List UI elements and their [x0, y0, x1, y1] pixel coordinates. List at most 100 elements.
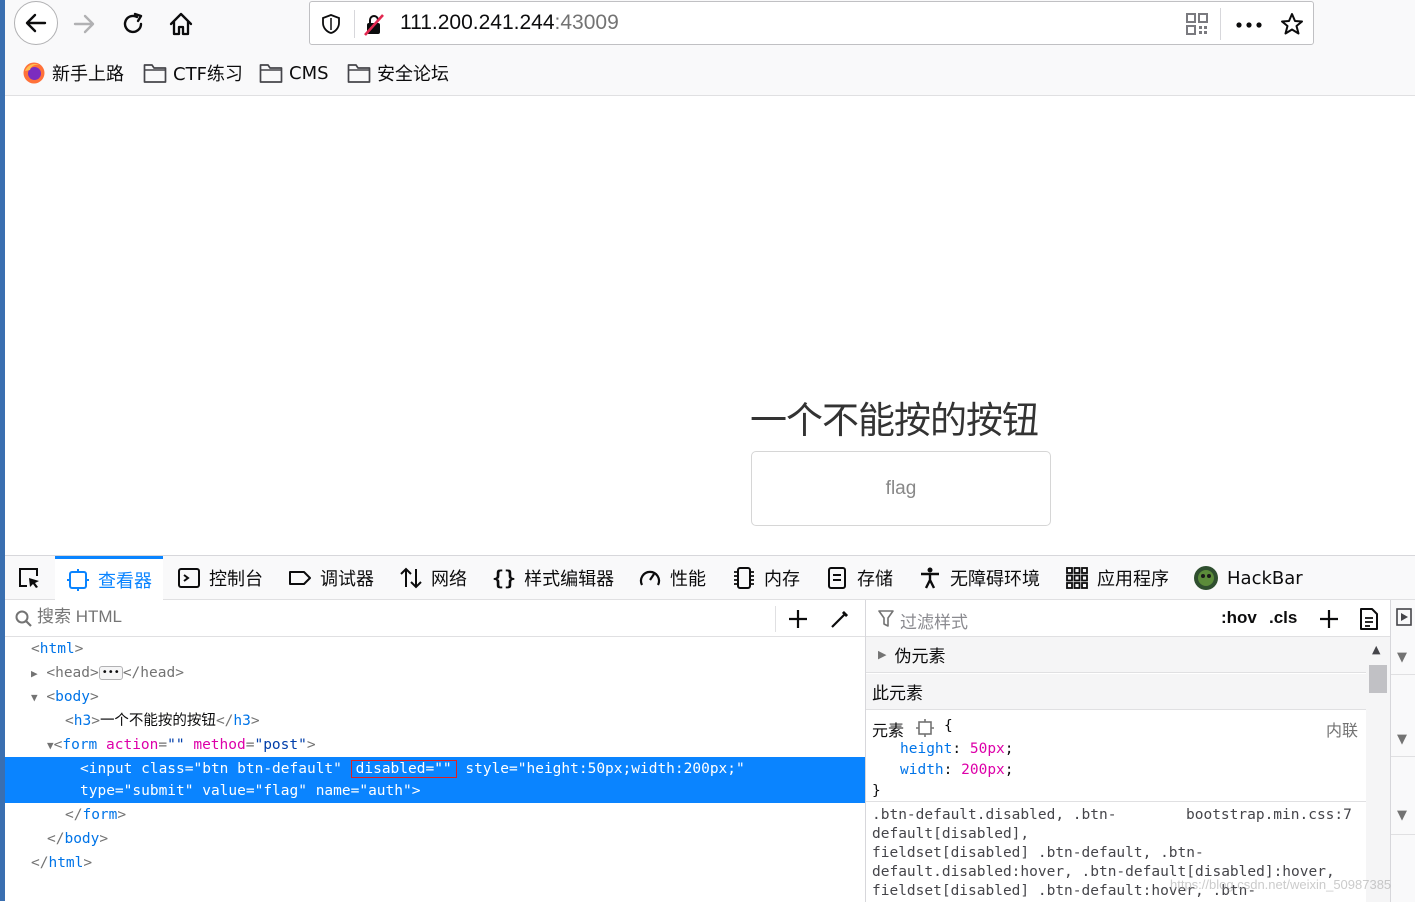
tag-name: h3: [233, 713, 251, 729]
style-editor-icon: {}: [492, 566, 517, 590]
tab-label: 查看器: [98, 570, 152, 592]
collapsed-ellipsis-icon[interactable]: •••: [98, 666, 123, 680]
attr-name: action: [106, 737, 159, 753]
url-text[interactable]: 111.200.241.244:43009: [400, 11, 619, 35]
tab-label: 内存: [764, 569, 800, 590]
tag-name: body: [55, 689, 91, 705]
add-node-button[interactable]: [787, 608, 809, 630]
stylesheet-source-link[interactable]: bootstrap.min.css:7: [1186, 807, 1352, 823]
document-icon: [1360, 608, 1378, 630]
markup-line-head[interactable]: ▶ <head> ••• </head>: [5, 662, 865, 685]
tab-label: 控制台: [209, 569, 263, 590]
tab-accessibility[interactable]: 无障碍环境: [918, 556, 1040, 600]
tab-network[interactable]: 网络: [399, 556, 467, 600]
tab-application[interactable]: 应用程序: [1065, 556, 1169, 600]
shield-icon[interactable]: [320, 13, 342, 35]
pseudo-elements-section[interactable]: ▶ 伪元素: [866, 637, 1366, 673]
chevron-down-icon[interactable]: ▼: [1397, 650, 1407, 665]
flag-submit-button[interactable]: flag: [751, 451, 1051, 526]
tag-name: head: [140, 665, 176, 681]
bookmark-security-forum[interactable]: 安全论坛: [347, 60, 449, 86]
markup-line-h3[interactable]: <h3>一个不能按的按钮</h3>: [5, 710, 865, 732]
add-rule-button[interactable]: [1318, 608, 1340, 630]
rules-toolbar: 过滤样式 :hov .cls: [866, 600, 1390, 637]
sidebar-toggle-button[interactable]: [1396, 608, 1412, 626]
inspector-icon: [67, 568, 89, 591]
tab-performance[interactable]: 性能: [638, 556, 706, 600]
scroll-up-icon[interactable]: ▲: [1372, 643, 1380, 656]
property-value[interactable]: 200px: [961, 762, 1005, 778]
bookmark-ctf[interactable]: CTF练习: [143, 60, 243, 86]
home-button[interactable]: [161, 5, 201, 43]
markup-line-body-close[interactable]: </body>: [5, 828, 865, 850]
insecure-lock-icon[interactable]: [362, 13, 386, 37]
devtools-tabbar: 查看器 控制台 调试器 网络 {} 样式编辑器 性能 内存 存储 无障碍环境 应…: [5, 556, 1415, 600]
node-highlight-icon[interactable]: [916, 719, 934, 737]
tab-label: HackBar: [1227, 567, 1303, 589]
chevron-down-icon[interactable]: ▼: [1397, 808, 1407, 823]
markup-line-html-close[interactable]: </html>: [5, 852, 865, 874]
markup-line-body[interactable]: ▼ <body>: [5, 686, 865, 709]
sidebar-divider: [1391, 674, 1415, 675]
eyedropper-button[interactable]: [829, 608, 851, 630]
tab-hackbar[interactable]: HackBar: [1193, 556, 1303, 600]
tab-debugger[interactable]: 调试器: [288, 556, 374, 600]
tab-storage[interactable]: 存储: [825, 556, 893, 600]
property-value[interactable]: 50px: [970, 741, 1005, 757]
markup-line-form-close[interactable]: </form>: [5, 804, 865, 826]
bookmark-star-icon[interactable]: [1280, 12, 1304, 36]
network-icon: [400, 567, 422, 589]
element-picker-icon: [19, 568, 39, 588]
input-line-2: type="submit" value="flag" name="auth">: [5, 780, 865, 802]
bookmark-label: 安全论坛: [377, 64, 449, 85]
property-name[interactable]: width: [900, 762, 944, 778]
reload-button[interactable]: [113, 5, 153, 43]
search-html-input[interactable]: [37, 607, 737, 627]
bookmark-cms[interactable]: CMS: [259, 60, 329, 86]
markup-line-input-selected[interactable]: <input class="btn btn-default" disabled=…: [5, 757, 865, 803]
rule-open-brace: {: [944, 718, 953, 734]
markup-line-html[interactable]: <html>: [5, 638, 865, 660]
page-heading: 一个不能按的按钮: [750, 399, 1039, 442]
devtools-panel: 查看器 控制台 调试器 网络 {} 样式编辑器 性能 内存 存储 无障碍环境 应…: [5, 555, 1415, 902]
bookmark-xinshou[interactable]: 新手上路: [22, 60, 124, 86]
forward-button[interactable]: [64, 5, 104, 43]
cls-toggle[interactable]: .cls: [1269, 608, 1297, 628]
expand-arrow-icon[interactable]: ▶: [31, 667, 38, 680]
element-rule-selector: 元素: [872, 721, 905, 740]
tab-style-editor[interactable]: {} 样式编辑器: [492, 556, 614, 600]
tab-console[interactable]: 控制台: [177, 556, 263, 600]
page-actions-icon[interactable]: [1236, 22, 1262, 28]
tab-label: 存储: [857, 569, 893, 590]
declaration-height[interactable]: height: 50px;: [900, 741, 1014, 757]
markup-line-form[interactable]: ▼<form action="" method="post">: [5, 734, 865, 757]
folder-icon: [347, 64, 371, 83]
tab-inspector[interactable]: 查看器: [55, 556, 163, 600]
back-button[interactable]: [14, 1, 58, 45]
scrollbar-thumb[interactable]: [1369, 665, 1387, 693]
url-bar[interactable]: 111.200.241.244:43009: [309, 1, 1314, 45]
property-name[interactable]: height: [900, 741, 952, 757]
page-viewport: 一个不能按的按钮 flag: [5, 96, 1415, 555]
filter-styles-input[interactable]: 过滤样式: [900, 608, 968, 633]
rule-selector-line: default[disabled],: [872, 826, 1030, 842]
element-picker-button[interactable]: [17, 556, 53, 600]
reload-icon: [123, 12, 143, 34]
disabled-attribute[interactable]: disabled="": [350, 760, 457, 778]
input-tag-text: <input class="btn btn-default": [80, 761, 351, 777]
tab-memory[interactable]: 内存: [732, 556, 800, 600]
watermark: https://blog.csdn.net/weixin_50987385: [1170, 877, 1392, 892]
rules-scrollbar[interactable]: ▲: [1366, 637, 1390, 902]
collapse-arrow-icon[interactable]: ▼: [31, 691, 38, 704]
search-separator: [775, 606, 776, 632]
input-line-1: <input class="btn btn-default" disabled=…: [5, 758, 865, 780]
qr-code-icon[interactable]: [1186, 13, 1208, 35]
collapse-arrow-icon[interactable]: ▼: [47, 739, 54, 752]
attr-name: method: [193, 737, 246, 753]
chevron-down-icon[interactable]: ▼: [1397, 732, 1407, 747]
url-separator-right: [1220, 8, 1221, 40]
hov-toggle[interactable]: :hov: [1221, 608, 1257, 628]
tag-name: body: [64, 831, 100, 847]
print-simulation-button[interactable]: [1359, 607, 1379, 631]
declaration-width[interactable]: width: 200px;: [900, 762, 1014, 778]
